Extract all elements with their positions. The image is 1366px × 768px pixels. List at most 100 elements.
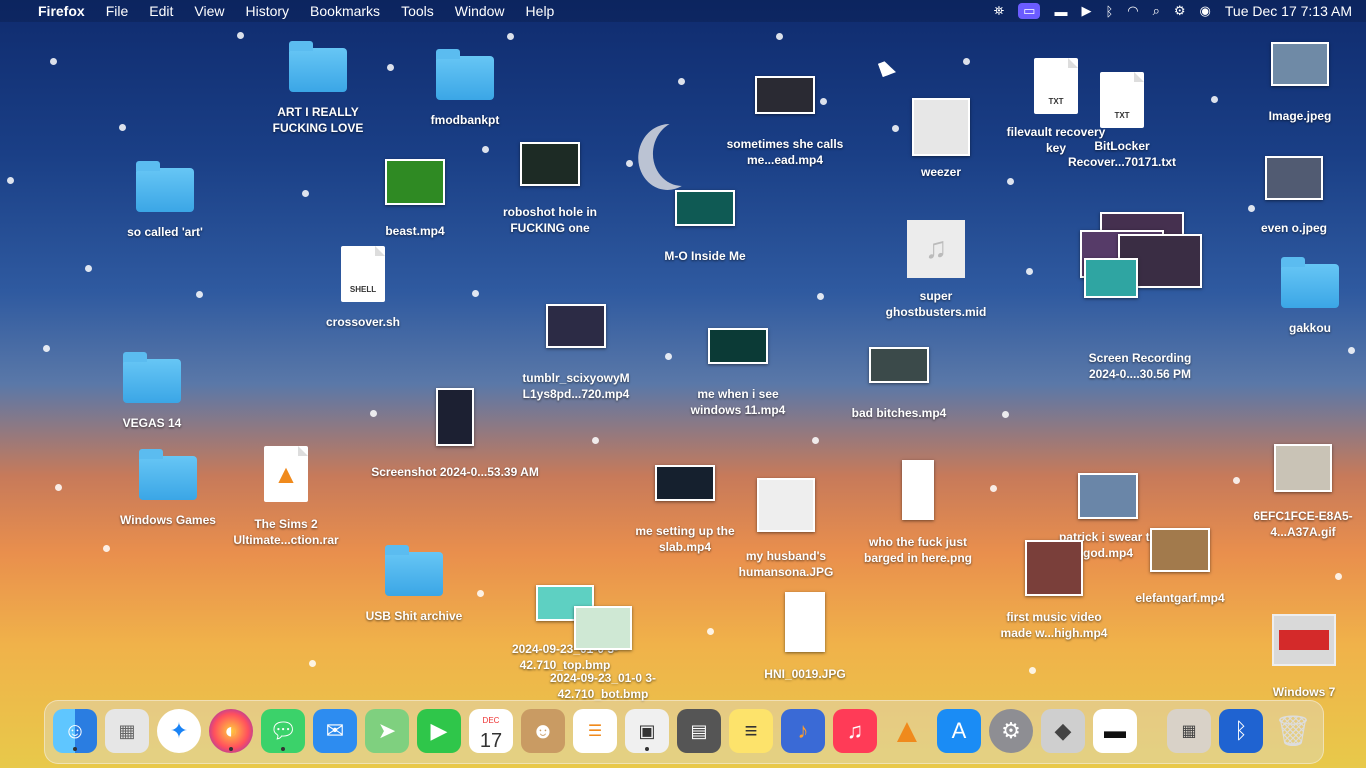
menu-clock[interactable]: Tue Dec 17 7:13 AM: [1225, 3, 1352, 19]
menu-tools[interactable]: Tools: [401, 3, 434, 19]
desktop-image[interactable]: even o.jpeg: [1256, 156, 1332, 236]
desktop-image[interactable]: Screenshot 2024-0...53.39 AM: [371, 388, 539, 480]
video-thumbnail: [1078, 473, 1138, 519]
desktop-video[interactable]: beast.mp4: [375, 159, 455, 239]
firefox-icon[interactable]: ◐: [209, 709, 253, 753]
desktop-folder[interactable]: gakkou: [1270, 256, 1350, 336]
vlc-cone-icon: ▲: [264, 446, 308, 502]
folder-icon: [136, 161, 194, 212]
video-thumbnail: [655, 465, 715, 501]
control-center-icon[interactable]: ⚙: [1174, 3, 1186, 19]
video-thumbnail: [520, 142, 580, 186]
desktop-screen-recording-stack[interactable]: Screen Recording 2024-0....30.56 PM: [1060, 212, 1220, 382]
downloads-stack-icon[interactable]: ▦: [1167, 709, 1211, 753]
folder-icon: [139, 449, 197, 500]
desktop-folder[interactable]: so called 'art': [115, 160, 215, 240]
menu-edit[interactable]: Edit: [149, 3, 173, 19]
desktop-vm[interactable]: Windows 7: [1264, 614, 1344, 700]
desktop-video[interactable]: me when i see windows 11.mp4: [682, 328, 794, 418]
desktop-folder[interactable]: fmodbankpt: [420, 48, 510, 128]
desktop-text-file[interactable]: TXT BitLocker Recover...70171.txt: [1062, 72, 1182, 170]
menu-help[interactable]: Help: [526, 3, 555, 19]
system-settings-icon[interactable]: ⚙: [989, 709, 1033, 753]
desktop-folder[interactable]: VEGAS 14: [106, 351, 198, 431]
maps-icon[interactable]: ➤: [365, 709, 409, 753]
desktop-image[interactable]: 6EFC1FCE-E8A5-4...A37A.gif: [1245, 444, 1361, 540]
stage-manager-icon[interactable]: ▭: [1018, 3, 1041, 19]
image-thumbnail: [1271, 42, 1329, 86]
video-thumbnail: [755, 76, 815, 114]
safari-icon[interactable]: ✦: [157, 709, 201, 753]
video-thumbnail: [1025, 540, 1083, 596]
bluetooth-icon[interactable]: ᛒ: [1105, 4, 1113, 19]
launchpad-icon[interactable]: ▦: [105, 709, 149, 753]
video-thumbnail: [869, 347, 929, 383]
desktop-archive[interactable]: ▲ The Sims 2 Ultimate...ction.rar: [226, 446, 346, 548]
image-thumbnail: [1274, 444, 1332, 492]
desktop-image[interactable]: Image.jpeg: [1262, 42, 1338, 124]
contacts-icon[interactable]: ☻: [521, 709, 565, 753]
facetime-icon[interactable]: ▶: [417, 709, 461, 753]
image-thumbnail: [912, 98, 970, 156]
pixel-app-icon[interactable]: ▣: [625, 709, 669, 753]
desktop-folder[interactable]: Windows Games: [112, 448, 224, 528]
video-thumbnail: [385, 159, 445, 205]
desktop-shell-file[interactable]: SHELL crossover.sh: [318, 246, 408, 330]
menu-file[interactable]: File: [106, 3, 129, 19]
dock: ☺ ▦ ✦ ◐ 💬︎ ✉ ➤ ▶ DEC 17 ☻ ☰ ▣ ▤ ≡ ♪ ♫ ▲ …: [44, 700, 1324, 764]
calculator-icon[interactable]: ▤: [677, 709, 721, 753]
desktop-video[interactable]: first music video made w...high.mp4: [994, 540, 1114, 641]
notes-icon[interactable]: ≡: [729, 709, 773, 753]
desktop-video[interactable]: M-O Inside Me: [655, 190, 755, 264]
desktop-image[interactable]: 2024-09-23_01-0 3-42.710_bot.bmp: [545, 606, 661, 702]
app-menu[interactable]: Firefox: [38, 3, 85, 19]
app-store-icon[interactable]: A: [937, 709, 981, 753]
trash-icon[interactable]: 🗑︎: [1271, 709, 1315, 753]
play-icon[interactable]: ▶: [1081, 3, 1091, 19]
music-note-icon: ♫: [907, 220, 965, 278]
battery-icon[interactable]: ▬: [1054, 4, 1067, 19]
menu-view[interactable]: View: [194, 3, 224, 19]
desktop-image[interactable]: weezer: [905, 98, 977, 180]
music-icon[interactable]: ♫: [833, 709, 877, 753]
search-icon[interactable]: ⌕: [1153, 3, 1160, 19]
image-thumbnail: [902, 460, 934, 520]
desktop-audio[interactable]: ♫ super ghostbusters.mid: [876, 220, 996, 320]
menu-history[interactable]: History: [245, 3, 289, 19]
desktop-image[interactable]: my husband's humansona.JPG: [728, 478, 844, 580]
desktop-video[interactable]: tumblr_scixyowyM L1ys8pd...720.mp4: [514, 304, 638, 402]
controller-icon[interactable]: ▬: [1093, 709, 1137, 753]
siri-icon[interactable]: ◉: [1200, 3, 1211, 19]
calendar-icon[interactable]: DEC 17: [469, 709, 513, 753]
desktop-video[interactable]: me setting up the slab.mp4: [625, 465, 745, 555]
bluetooth-icon[interactable]: ᛒ: [1219, 709, 1263, 753]
reminders-icon[interactable]: ☰: [573, 709, 617, 753]
desktop-image[interactable]: HNI_0019.JPG: [760, 592, 850, 682]
desktop-video[interactable]: roboshot hole in FUCKING one: [495, 142, 605, 236]
menu-window[interactable]: Window: [455, 3, 505, 19]
image-thumbnail: [785, 592, 825, 652]
desktop-folder[interactable]: ART I REALLY FUCKING LOVE: [268, 40, 368, 136]
audacity-icon[interactable]: ♪: [781, 709, 825, 753]
vlc-icon[interactable]: ▲: [885, 709, 929, 753]
desktop-image[interactable]: who the fuck just barged in here.png: [858, 460, 978, 566]
text-file-icon: TXT: [1100, 72, 1144, 128]
desktop-video[interactable]: bad bitches.mp4: [842, 347, 956, 421]
video-thumbnail: [546, 304, 606, 348]
folder-icon: [1281, 257, 1339, 308]
folder-icon: [385, 545, 443, 596]
desktop-folder[interactable]: USB Shit archive: [364, 544, 464, 624]
mouse-cursor-icon: [878, 59, 896, 77]
moon: [649, 116, 718, 190]
finder-icon[interactable]: ☺: [53, 709, 97, 753]
binoculars-icon[interactable]: ⛯: [994, 3, 1004, 19]
mail-icon[interactable]: ✉: [313, 709, 357, 753]
parallels-icon: [1272, 614, 1336, 666]
wifi-icon[interactable]: ◠: [1127, 3, 1138, 19]
video-thumbnail: [1150, 528, 1210, 572]
menu-bookmarks[interactable]: Bookmarks: [310, 3, 380, 19]
desktop-video[interactable]: elefantgarf.mp4: [1130, 528, 1230, 606]
desktop-video[interactable]: sometimes she calls me...ead.mp4: [725, 76, 845, 168]
messages-icon[interactable]: 💬︎: [261, 709, 305, 753]
roblox-icon[interactable]: ◆: [1041, 709, 1085, 753]
